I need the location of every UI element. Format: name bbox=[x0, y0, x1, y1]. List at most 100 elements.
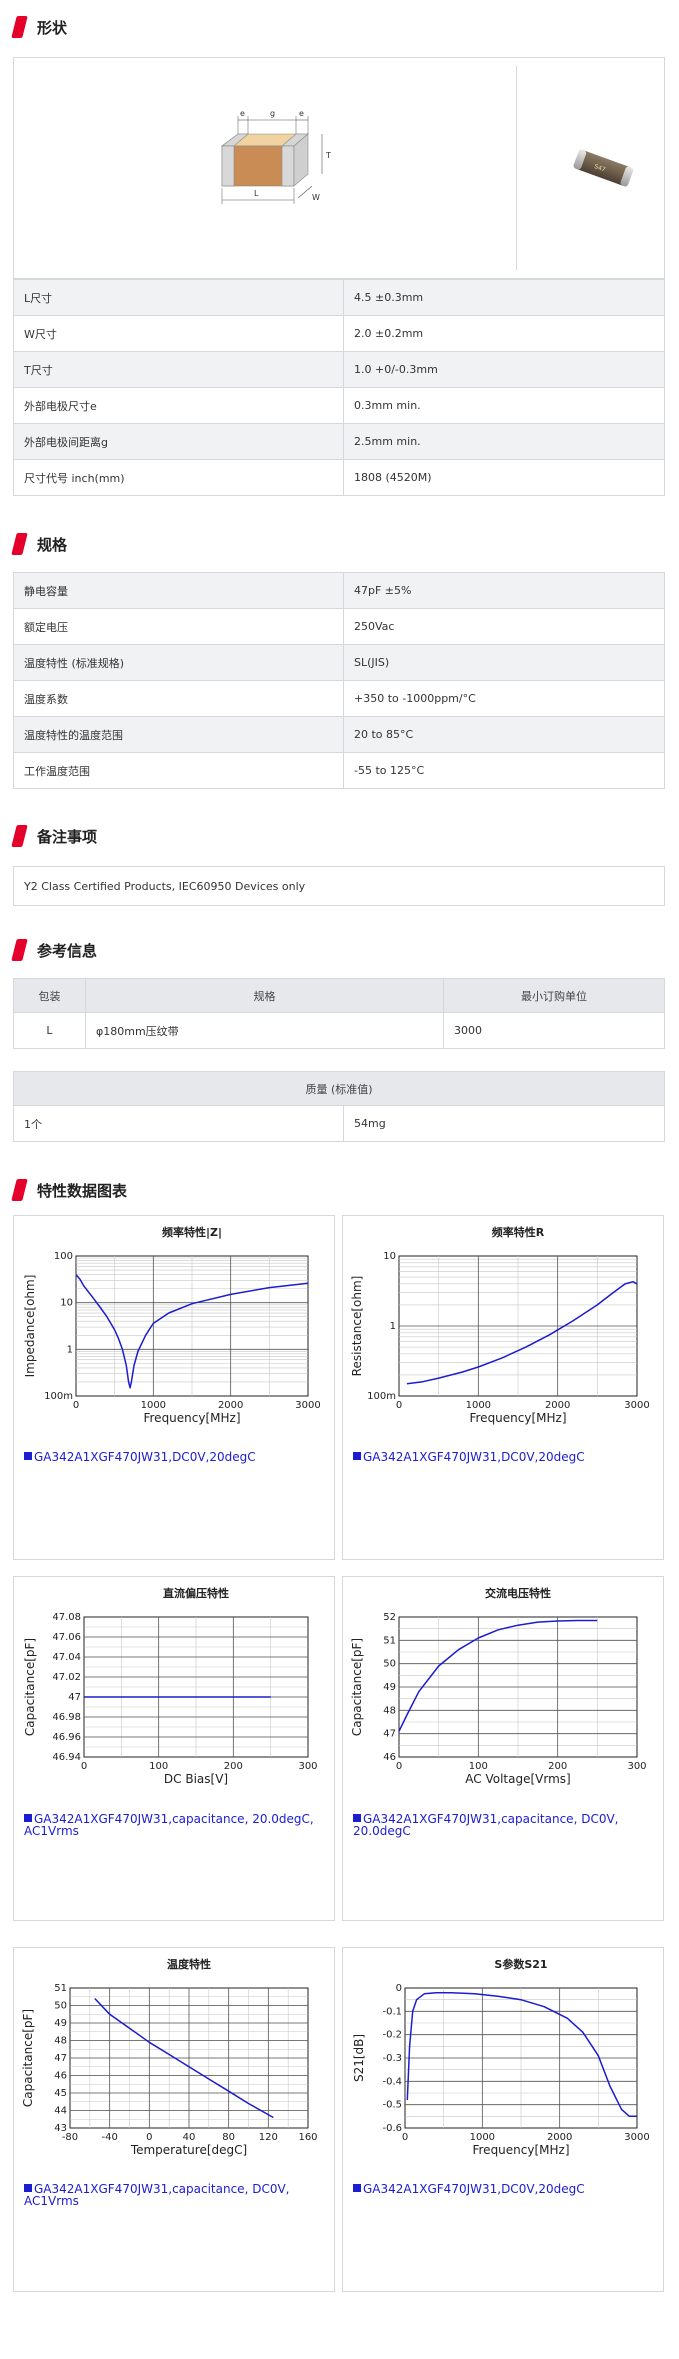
x-tick-label: 120 bbox=[259, 2132, 278, 2143]
y-tick-label: 50 bbox=[383, 1659, 396, 1670]
chart-panel-temperature: 温度特性 -80 -40 0 40 80 120 160 43 44 45 46 47 48 49 50 51 T… bbox=[13, 1947, 335, 2292]
section-flag-icon bbox=[11, 825, 28, 847]
label-e-left: e bbox=[240, 109, 245, 118]
spec-table: 静电容量 47pF ±5% 额定电压 250Vac 温度特性 (标准规格) SL(JI… bbox=[13, 572, 665, 789]
chart-s21: S参数S21 0 1000 2000 3000 -0.6 -0.5 -0.4 -0.3 -0.2 -… bbox=[352, 1957, 650, 2157]
label-w: W bbox=[312, 193, 320, 202]
table-row: 温度特性 (标准规格) SL(JIS) bbox=[13, 644, 665, 681]
section-flag-icon bbox=[11, 939, 28, 961]
y-axis-label: Impedance[ohm] bbox=[23, 1275, 37, 1378]
chart-ac-voltage: 交流电压特性 0 100 200 300 46 47 48 49 50 51 52 AC Voltage… bbox=[350, 1586, 647, 1786]
packaging-table: 包装 规格 最小订购单位 L φ180mm压纹带 3000 bbox=[13, 978, 665, 1049]
y-tick-label: 44 bbox=[54, 2106, 67, 2117]
y-tick-label: -0.1 bbox=[382, 2006, 402, 2017]
legend-square-icon bbox=[24, 1814, 32, 1822]
section-title-notes: 备注事项 bbox=[11, 823, 97, 849]
y-tick-label: -0.4 bbox=[382, 2076, 402, 2087]
dimensions-table: L尺寸 4.5 ±0.3mm W尺寸 2.0 ±0.2mm T尺寸 1.0 +0/-0… bbox=[13, 279, 665, 496]
y-tick-label: 47.02 bbox=[52, 1672, 81, 1683]
table-row: 温度特性的温度范围 20 to 85°C bbox=[13, 716, 665, 753]
table-row: 尺寸代号 inch(mm) 1808 (4520M) bbox=[13, 459, 665, 496]
y-tick-label: 47 bbox=[54, 2053, 67, 2064]
section-title-reference: 参考信息 bbox=[11, 937, 97, 963]
x-axis-label: Frequency[MHz] bbox=[469, 1411, 566, 1425]
dimension-diagram: e g e T W L bbox=[221, 109, 331, 204]
y-tick-label: 45 bbox=[54, 2088, 67, 2099]
table-row: 温度系数 +350 to -1000ppm/°C bbox=[13, 680, 665, 717]
y-tick-label: -0.5 bbox=[382, 2100, 402, 2111]
x-tick-label: 160 bbox=[298, 2132, 317, 2143]
x-tick-label: 1000 bbox=[141, 1400, 166, 1411]
y-tick-label: 47.04 bbox=[52, 1652, 81, 1663]
y-tick-label: 46 bbox=[383, 1752, 396, 1763]
chart-legend: GA342A1XGF470JW31,capacitance, DC0V, 20.… bbox=[353, 1812, 619, 1838]
y-tick-label: 50 bbox=[54, 2001, 67, 2012]
table-row: 外部电极尺寸e 0.3mm min. bbox=[13, 387, 665, 424]
chart-resistance: 频率特性R 0 1000 2000 3000 100m 1 10 Frequency[MHz] R… bbox=[350, 1225, 650, 1425]
x-tick-label: 0 bbox=[73, 1400, 79, 1411]
table-row: 1个 54mg bbox=[13, 1105, 665, 1142]
chart-panel-impedance: 频率特性|Z| 0 1000 2000 3000 100m 1 10 100 Frequency[… bbox=[13, 1215, 335, 1560]
x-tick-label: 0 bbox=[396, 1400, 402, 1411]
x-tick-label: 100 bbox=[469, 1761, 488, 1772]
x-axis-label: Frequency[MHz] bbox=[472, 2143, 569, 2157]
y-tick-label: 47 bbox=[383, 1729, 396, 1740]
y-tick-label: -0.3 bbox=[382, 2053, 402, 2064]
section-title-charts: 特性数据图表 bbox=[11, 1177, 127, 1203]
x-axis-label: DC Bias[V] bbox=[164, 1772, 228, 1786]
section-flag-icon bbox=[11, 533, 28, 555]
y-tick-label: 100m bbox=[44, 1391, 73, 1402]
y-tick-label: 46 bbox=[54, 2071, 67, 2082]
section-title-shape: 形状 bbox=[11, 14, 67, 40]
chart-legend: GA342A1XGF470JW31,DC0V,20degC bbox=[353, 1451, 585, 1463]
x-axis-label: AC Voltage[Vrms] bbox=[465, 1772, 570, 1786]
x-tick-label: 3000 bbox=[624, 1400, 649, 1411]
x-tick-label: 1000 bbox=[466, 1400, 491, 1411]
label-e-right: e bbox=[299, 109, 304, 118]
chart-legend: GA342A1XGF470JW31,capacitance, DC0V, AC1… bbox=[24, 2182, 290, 2208]
y-tick-label: 47 bbox=[68, 1692, 81, 1703]
x-tick-label: -40 bbox=[101, 2132, 117, 2143]
table-row: 静电容量 47pF ±5% bbox=[13, 572, 665, 609]
chart-title: 直流偏压特性 bbox=[163, 1586, 229, 1600]
x-axis-label: Frequency[MHz] bbox=[143, 1411, 240, 1425]
y-tick-label: 49 bbox=[383, 1682, 396, 1693]
chart-title: 频率特性R bbox=[492, 1225, 545, 1239]
y-tick-label: -0.6 bbox=[382, 2123, 402, 2134]
x-axis-label: Temperature[degC] bbox=[130, 2143, 247, 2157]
notes-box: Y2 Class Certified Products, IEC60950 De… bbox=[13, 866, 665, 906]
table-row: L φ180mm压纹带 3000 bbox=[13, 1012, 665, 1049]
chart-title: 交流电压特性 bbox=[485, 1586, 551, 1600]
x-tick-label: 3000 bbox=[624, 2132, 649, 2143]
chart-title: S参数S21 bbox=[494, 1957, 547, 1971]
notes-text: Y2 Class Certified Products, IEC60950 De… bbox=[24, 879, 306, 893]
chart-legend: GA342A1XGF470JW31,DC0V,20degC bbox=[24, 1451, 256, 1463]
x-tick-label: 200 bbox=[224, 1761, 243, 1772]
y-tick-label: 47.06 bbox=[52, 1632, 81, 1643]
table-row: 额定电压 250Vac bbox=[13, 608, 665, 645]
y-axis-label: Capacitance[pF] bbox=[21, 2009, 35, 2107]
section-flag-icon bbox=[11, 16, 28, 38]
table-row: T尺寸 1.0 +0/-0.3mm bbox=[13, 351, 665, 388]
y-tick-label: 100m bbox=[367, 1391, 396, 1402]
chart-temperature: 温度特性-80 -40 0 40 80 120 160434445464748495051T… bbox=[21, 1957, 318, 2157]
y-axis-label: S21[dB] bbox=[352, 2034, 366, 2082]
x-tick-label: 0 bbox=[81, 1761, 87, 1772]
y-tick-label: 49 bbox=[54, 2018, 67, 2029]
chip-photo: S47 bbox=[573, 149, 634, 187]
section-flag-icon bbox=[11, 1179, 28, 1201]
chart-panel-resistance: 频率特性R 0 1000 2000 3000 100m 1 10 Frequency[MHz] R… bbox=[342, 1215, 664, 1560]
chart-panel-ac-voltage: 交流电压特性 0 100 200 300 46 47 48 49 50 51 52 AC Voltage… bbox=[342, 1576, 664, 1921]
table-row: 外部电极间距离g 2.5mm min. bbox=[13, 423, 665, 460]
x-tick-label: 0 bbox=[396, 1761, 402, 1772]
panel-divider bbox=[516, 66, 517, 270]
x-tick-label: 200 bbox=[548, 1761, 567, 1772]
y-tick-label: 43 bbox=[54, 2123, 67, 2134]
chart-legend: GA342A1XGF470JW31,DC0V,20degC bbox=[353, 2183, 585, 2195]
table-header-row: 质量 (标准值) bbox=[13, 1071, 665, 1106]
y-tick-label: 52 bbox=[383, 1612, 396, 1623]
x-tick-label: 0 bbox=[402, 2132, 408, 2143]
chart-dc-bias: 直流偏压特性 0 100 200 300 46.94 46.96 46.98 47 47.02 47… bbox=[23, 1586, 318, 1786]
y-axis-label: Resistance[ohm] bbox=[350, 1276, 364, 1377]
x-tick-label: 1000 bbox=[470, 2132, 495, 2143]
